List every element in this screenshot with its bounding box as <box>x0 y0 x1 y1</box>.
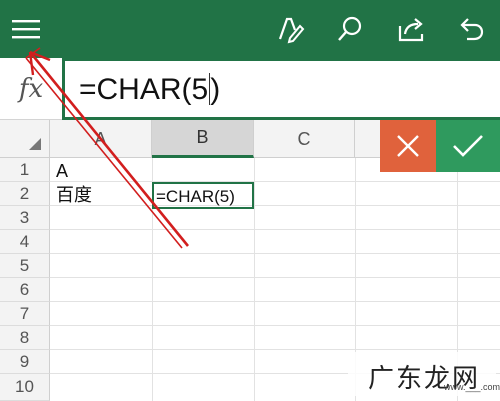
watermark: 广东龙网 www.___.com <box>348 352 500 396</box>
fx-label: fx <box>18 74 44 104</box>
check-icon <box>453 135 483 157</box>
grid-line <box>50 325 500 326</box>
formula-text-main: =CHAR(5 <box>79 73 209 106</box>
grid-line <box>50 181 500 182</box>
select-all-icon <box>29 138 41 150</box>
active-cell-b2[interactable]: =CHAR(5) <box>152 182 254 209</box>
row-header-6[interactable]: 6 <box>0 278 50 302</box>
cell-a2[interactable]: 百度 <box>56 184 92 206</box>
grid-line <box>50 229 500 230</box>
cancel-button[interactable] <box>380 120 436 172</box>
row-header-2[interactable]: 2 <box>0 182 50 206</box>
grid-line <box>254 158 255 401</box>
menu-icon[interactable] <box>8 11 44 47</box>
column-header-a[interactable]: A <box>50 120 152 158</box>
formula-bar: fx =CHAR(5) <box>0 58 500 120</box>
text-caret <box>209 73 211 106</box>
grid-line <box>50 205 500 206</box>
grid-line <box>50 349 500 350</box>
row-header-10[interactable]: 10 <box>0 374 50 401</box>
row-header-7[interactable]: 7 <box>0 302 50 326</box>
row-header-4[interactable]: 4 <box>0 230 50 254</box>
row-header-8[interactable]: 8 <box>0 326 50 350</box>
column-header-c[interactable]: C <box>254 120 355 158</box>
row-header-9[interactable]: 9 <box>0 350 50 374</box>
cell-b2: =CHAR(5) <box>156 187 235 206</box>
app-toolbar <box>0 0 500 58</box>
formula-input[interactable]: =CHAR(5) <box>62 58 500 120</box>
grid-line <box>50 301 500 302</box>
formula-text: =CHAR(5) <box>79 71 220 109</box>
cell-a1[interactable]: A <box>56 160 68 182</box>
close-icon <box>397 135 419 157</box>
undo-icon[interactable] <box>452 11 488 47</box>
row-header-3[interactable]: 3 <box>0 206 50 230</box>
search-icon[interactable] <box>332 11 368 47</box>
watermark-sub: www.___.com <box>444 382 500 392</box>
confirm-button[interactable] <box>436 120 500 172</box>
grid-line <box>50 253 500 254</box>
pen-icon[interactable] <box>273 11 309 47</box>
row-header-5[interactable]: 5 <box>0 254 50 278</box>
share-icon[interactable] <box>393 11 429 47</box>
row-header-1[interactable]: 1 <box>0 158 50 182</box>
grid-line <box>50 277 500 278</box>
formula-text-tail: ) <box>210 73 221 106</box>
select-all-corner[interactable] <box>0 120 50 158</box>
column-header-b[interactable]: B <box>152 120 254 158</box>
